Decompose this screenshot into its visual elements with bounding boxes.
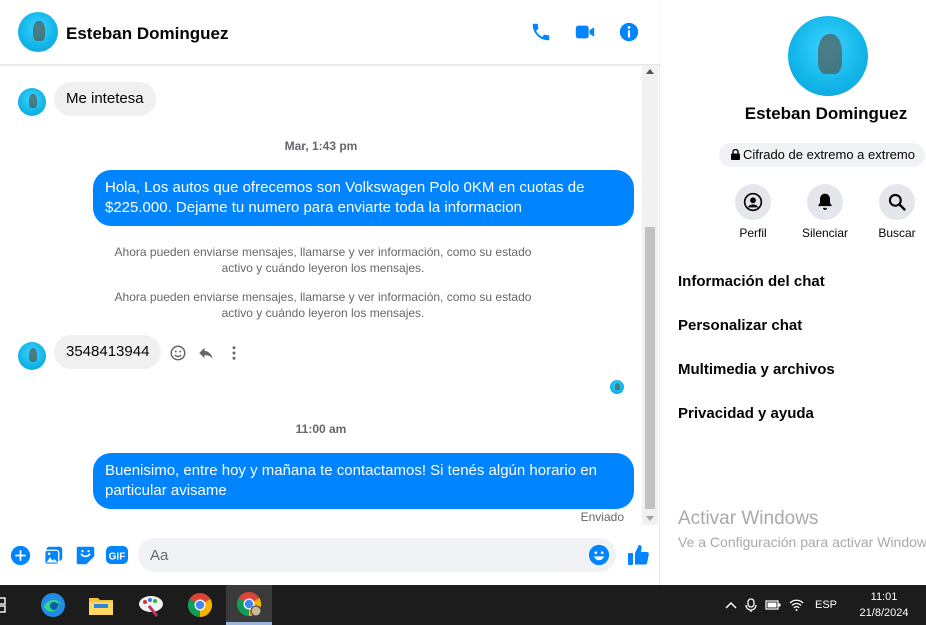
message-input-wrapper [138,538,616,572]
message-list[interactable]: Me intetesa Mar, 1:43 pm Hola, Los autos… [0,65,642,530]
message-composer: GIF [0,530,660,585]
menu-item-customize-chat[interactable]: Personalizar chat [678,317,802,334]
edge-icon[interactable] [30,585,76,625]
message-scrollbar[interactable] [642,65,658,525]
system-message: Ahora pueden enviarse mensajes, llamarse… [100,244,546,276]
meet-icon[interactable] [740,598,762,612]
gif-icon-label: GIF [109,552,126,563]
lock-icon [731,144,740,168]
system-message-line: Ahora pueden enviarse mensajes, llamarse… [114,290,532,304]
profile-icon [735,184,771,220]
incoming-message[interactable]: 3548413944 [54,335,162,369]
bell-icon [807,184,843,220]
wifi-icon[interactable] [784,599,808,611]
message-input[interactable] [150,538,580,572]
battery-icon[interactable] [762,600,784,610]
phone-icon[interactable] [529,20,553,44]
react-emoji-icon[interactable] [168,343,188,363]
contact-avatar[interactable] [18,12,58,52]
scroll-thumb[interactable] [645,227,655,509]
messenger-window: Esteban Dominguez Me intetesa Mar, 1:43 … [0,0,926,585]
system-tray: ESP [722,585,840,625]
activation-watermark-title: Activar Windows [678,508,819,529]
activation-watermark-subtitle: Ve a Configuración para activar Windows. [678,534,926,550]
system-message-line: Ahora pueden enviarse mensajes, llamarse… [114,245,532,259]
mute-button[interactable]: Silenciar [795,184,855,240]
language-indicator[interactable]: ESP [812,599,840,611]
thumbs-up-icon[interactable] [627,543,651,567]
system-message-line: activo y cuándo leyeron los mensajes. [221,306,425,320]
plus-circle-icon[interactable] [9,544,31,566]
profile-button-label: Perfil [739,226,767,240]
encryption-label: Cifrado de extremo a extremo [743,147,915,162]
message-line: Hola, Los autos que ofrecemos son Volksw… [105,179,585,196]
contact-name[interactable]: Esteban Dominguez [66,24,228,44]
chevron-up-icon[interactable] [722,601,740,609]
scroll-down-arrow[interactable] [646,516,654,521]
contact-profile-photo[interactable] [788,16,868,96]
chrome-profile-icon[interactable] [226,585,272,625]
taskbar-clock[interactable]: 11:01 21/8/2024 [846,589,922,621]
chrome-icon[interactable] [177,585,223,625]
image-icon[interactable] [42,544,64,566]
message-timestamp: Mar, 1:43 pm [284,139,358,153]
search-button-label: Buscar [878,226,916,240]
message-line: $225.000. Dejame tu numero para enviarte… [105,199,522,216]
task-view-icon[interactable] [0,585,16,625]
scroll-up-arrow[interactable] [646,69,654,74]
windows-taskbar: ESP 11:01 21/8/2024 [0,585,926,625]
clock-time: 11:01 [870,591,898,603]
video-camera-icon[interactable] [573,20,597,44]
chat-header: Esteban Dominguez [0,0,660,65]
emoji-icon[interactable] [588,544,610,566]
chat-column: Esteban Dominguez Me intetesa Mar, 1:43 … [0,0,660,585]
system-message-line: activo y cuándo leyeron los mensajes. [221,261,425,275]
menu-item-chat-info[interactable]: Información del chat [678,273,825,290]
clock-date: 21/8/2024 [859,607,909,619]
search-icon [879,184,915,220]
message-line: particular avisame [105,482,227,499]
outgoing-message[interactable]: Buenisimo, entre hoy y mañana te contact… [93,453,634,509]
conversation-info-panel: Esteban Dominguez Cifrado de extremo a e… [661,0,926,585]
message-timestamp: 11:00 am [295,422,347,436]
message-line: Buenisimo, entre hoy y mañana te contact… [105,462,597,479]
message-actions [168,343,244,363]
menu-item-privacy-help[interactable]: Privacidad y ayuda [678,405,814,422]
menu-item-media-files[interactable]: Multimedia y archivos [678,361,835,378]
more-options-icon[interactable] [224,343,244,363]
gif-icon[interactable]: GIF [105,544,129,566]
system-message: Ahora pueden enviarse mensajes, llamarse… [100,289,546,321]
search-button[interactable]: Buscar [867,184,926,240]
message-avatar[interactable] [18,88,46,116]
info-icon[interactable] [617,20,641,44]
panel-contact-name: Esteban Dominguez [744,104,908,123]
outgoing-message[interactable]: Hola, Los autos que ofrecemos son Volksw… [93,170,634,226]
profile-button[interactable]: Perfil [723,184,783,240]
mute-button-label: Silenciar [801,226,849,240]
seen-indicator-avatar [610,380,624,394]
paint-icon[interactable] [128,585,174,625]
incoming-message[interactable]: Me intetesa [54,82,156,116]
file-explorer-icon[interactable] [78,585,124,625]
encryption-badge[interactable]: Cifrado de extremo a extremo [719,143,925,167]
sticker-icon[interactable] [74,544,96,566]
reply-icon[interactable] [196,343,216,363]
message-avatar[interactable] [18,342,46,370]
delivery-status: Enviado [580,510,624,524]
